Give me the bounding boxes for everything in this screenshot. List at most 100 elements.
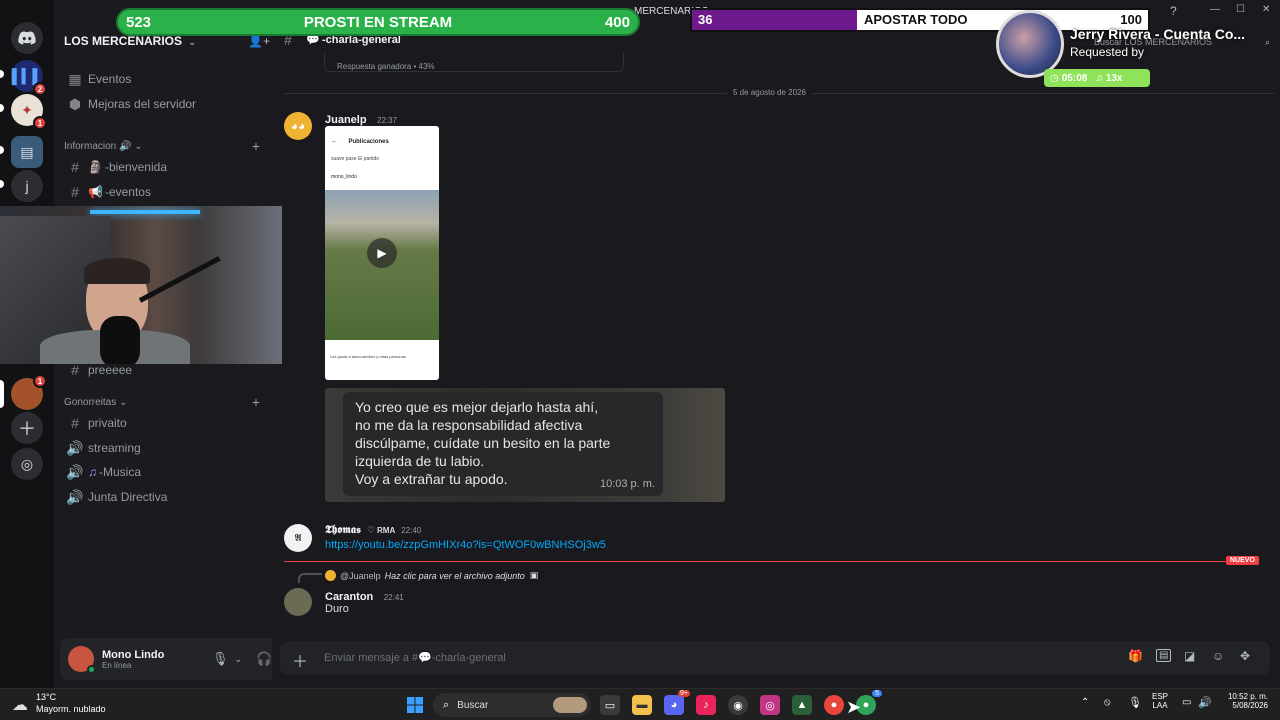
plus-icon[interactable]: ＋ — [292, 648, 308, 672]
sidebar-item-junta[interactable]: 🔊 Junta Directiva — [62, 486, 262, 508]
speaker-icon: 🔊 — [119, 141, 132, 152]
chevron-down-icon[interactable]: ⌄ — [235, 654, 243, 665]
sidebar-item-privaito[interactable]: # privaito — [62, 412, 262, 434]
mic-icon[interactable]: 🎙 — [212, 651, 229, 667]
sticker-icon[interactable]: ◪ — [1184, 649, 1195, 663]
language-code: ESP — [1152, 692, 1169, 701]
sidebar-item-bienvenida[interactable]: # 🗿 -bienvenida — [62, 156, 262, 178]
discord-home-icon[interactable] — [11, 22, 43, 54]
avatar[interactable] — [68, 646, 96, 674]
server-audio-icon[interactable]: ▌▍▌ 2 — [11, 60, 47, 96]
tray-chevron-icon[interactable]: ⌃ — [1081, 697, 1089, 708]
tray-volume-icon[interactable]: 🔊 — [1198, 696, 1212, 709]
online-status-icon — [87, 665, 96, 674]
message-author[interactable]: Caranton — [325, 591, 373, 603]
server-news-icon[interactable]: ▤ — [11, 136, 43, 168]
prediction-title: PROSTI EN STREAM — [303, 13, 453, 31]
music-count: 13x — [1105, 72, 1123, 84]
server-avatar[interactable]: 1 — [11, 374, 47, 410]
avatar[interactable]: 𝕬 — [284, 524, 312, 552]
reply-author[interactable]: @Juanelp — [340, 571, 381, 581]
chevron-down-icon: ⌄ — [134, 141, 143, 152]
server-avatar[interactable]: ✦ 1 — [11, 94, 47, 130]
app-icon[interactable]: ▲ — [792, 695, 812, 715]
voice-channel-icon: 🔊 — [66, 463, 84, 480]
sidebar-item-musica[interactable]: 🔊 ♫ -Musica — [62, 461, 262, 483]
weather-icon[interactable]: ☁ — [12, 695, 28, 715]
bubble-line: izquierda de tu labio. — [355, 453, 485, 469]
sidebar-item-label: Eventos — [88, 72, 132, 86]
server-letter-icon[interactable]: j — [11, 170, 43, 202]
server-name[interactable]: LOS MERCENARIOS ⌄ — [64, 34, 196, 48]
discord-taskbar-icon[interactable]: ◕ 9+ — [664, 690, 690, 715]
taskbar-search[interactable]: ⌕ Buscar — [433, 693, 591, 717]
sidebar-item-label: privaito — [88, 416, 127, 430]
sidebar-item-label: -Musica — [99, 465, 142, 479]
headset-icon[interactable]: 🎧 — [256, 651, 272, 667]
message-author[interactable]: Juanelp — [325, 114, 367, 126]
image-attachment[interactable]: Yo creo que es mejor dejarlo hasta ahí, … — [325, 388, 725, 502]
message-input[interactable]: Enviar mensaje a #💬-charla-general — [324, 651, 506, 664]
discover-icon[interactable]: ◎ — [11, 448, 43, 480]
message-link[interactable]: https://youtu.be/zzpGmHIXr4o?is=QtWOF0wB… — [325, 539, 606, 551]
clock-date: 5/08/2026 — [1232, 701, 1268, 710]
sidebar-item-events[interactable]: ▦ Eventos — [62, 68, 262, 90]
chrome-icon[interactable]: ● — [824, 695, 844, 715]
megaphone-icon: 📢 — [88, 185, 103, 199]
message-author[interactable]: 𝕿𝖍𝖔𝖒𝖆𝖘 — [325, 524, 361, 537]
obs-icon[interactable]: ◉ — [728, 695, 748, 715]
gif-icon[interactable]: ▤ — [1156, 649, 1172, 662]
streamer-hair — [84, 258, 150, 284]
avatar[interactable]: ◕◕ — [284, 112, 312, 140]
server-name-label: LOS MERCENARIOS — [64, 34, 183, 48]
bet-left-value: 36 — [698, 12, 713, 27]
sidebar-item-label: Mejoras del servidor — [88, 97, 197, 111]
add-server-icon[interactable]: ＋ — [11, 412, 43, 444]
tray-mic-icon[interactable]: 🎙 — [1128, 696, 1142, 709]
prediction-left-value: 523 — [126, 13, 152, 31]
user-status: En línea — [102, 660, 132, 670]
add-channel-icon[interactable]: + — [252, 138, 260, 154]
file-explorer-icon[interactable]: ▬ — [632, 695, 652, 715]
add-channel-icon[interactable]: + — [252, 394, 260, 410]
taskbar-badge: 9+ — [678, 690, 690, 697]
category-gonorreitas[interactable]: Gonorreitas ⌄ — [64, 397, 127, 408]
category-info[interactable]: Informacion 🔊 ⌄ — [64, 141, 143, 152]
hash-icon: # — [71, 415, 79, 431]
message: @Juanelp Haz clic para ver el archivo ad… — [284, 568, 984, 620]
gift-icon[interactable]: 🎁 — [1128, 649, 1143, 663]
apps-icon[interactable]: ✥ — [1240, 649, 1250, 663]
chevron-down-icon: ⌄ — [188, 37, 196, 47]
task-view-icon[interactable]: ▭ — [600, 695, 620, 715]
user-name: Mono Lindo — [102, 648, 165, 661]
message-time: 22:41 — [383, 593, 404, 602]
sidebar-item-eventos[interactable]: # 📢 -eventos — [62, 181, 262, 203]
start-icon[interactable] — [405, 695, 425, 715]
message-time: 22:40 — [401, 526, 422, 535]
voice-channel-icon: 🔊 — [66, 439, 84, 456]
invite-icon[interactable]: 👤+ — [248, 34, 270, 48]
tray-display-icon[interactable]: ▭ — [1182, 697, 1191, 708]
reply-text[interactable]: Haz clic para ver el archivo adjunto — [385, 571, 525, 581]
discord-logo-icon: ◕◕ — [290, 119, 306, 133]
avatar[interactable] — [284, 588, 312, 616]
message: 𝕬 𝕿𝖍𝖔𝖒𝖆𝖘 ♡ RMA 22:40 https://youtu.be/zz… — [284, 522, 984, 556]
language-indicator[interactable]: ESP LAA — [1152, 692, 1168, 710]
weather-temp[interactable]: 13°C — [36, 692, 56, 702]
music-timer: 05:08 — [1061, 72, 1088, 84]
weather-desc[interactable]: Mayorm. nublado — [36, 704, 106, 714]
tiktok-icon[interactable]: ♪ — [696, 695, 716, 715]
image-attachment[interactable]: ← Publicaciones suave pase El partido mo… — [325, 126, 439, 380]
clock[interactable]: 10:52 p. m. 5/08/2026 — [1218, 692, 1268, 710]
video-thumbnail[interactable]: ▶ — [325, 190, 439, 340]
album-art — [996, 10, 1064, 78]
emoji-icon[interactable]: ☺ — [1212, 649, 1224, 663]
play-icon[interactable]: ▶ — [367, 238, 397, 268]
sidebar-item-boosts[interactable]: ⬢ Mejoras del servidor — [62, 93, 262, 115]
bubble-line: Yo creo que es mejor dejarlo hasta ahí, — [355, 399, 599, 415]
taskbar: ☁ 13°C Mayorm. nublado ⌕ Buscar ▭ ▬ ◕ 9+… — [0, 688, 1280, 720]
instagram-icon[interactable]: ◎ — [760, 695, 780, 715]
reply-avatar — [325, 570, 336, 581]
sidebar-item-streaming[interactable]: 🔊 streaming — [62, 437, 262, 459]
tray-network-icon[interactable]: ⦸ — [1104, 697, 1111, 708]
